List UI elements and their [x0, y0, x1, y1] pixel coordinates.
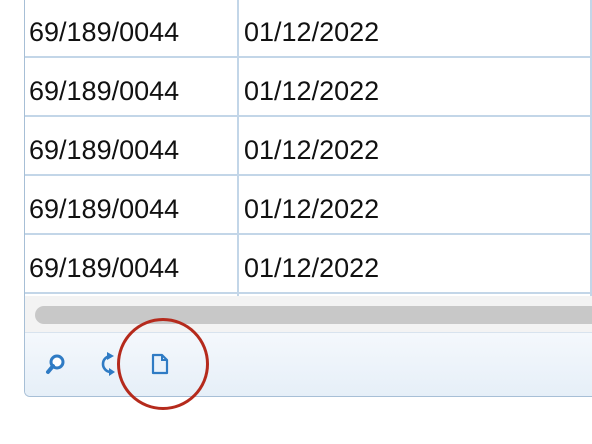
refresh-button[interactable] [92, 349, 122, 379]
cell-id: 69/189/0044 [29, 17, 180, 47]
cell-date: 01/12/2022 [244, 76, 380, 106]
cell-id: 69/189/0044 [29, 135, 180, 165]
cell-id: 69/189/0044 [29, 194, 180, 224]
cell-date: 01/12/2022 [244, 17, 380, 47]
horizontal-scrollbar[interactable] [25, 296, 592, 333]
table-row[interactable]: 69/189/0044 01/12/2022 [25, 0, 592, 58]
data-grid: 69/189/0044 01/12/2022 69/189/0044 01/12… [24, 0, 592, 397]
search-icon [46, 354, 65, 374]
grid-toolbar [25, 333, 592, 396]
cell-id: 69/189/0044 [29, 253, 180, 283]
table-row[interactable]: 69/189/0044 01/12/2022 [25, 118, 592, 176]
new-document-button[interactable] [145, 349, 175, 379]
scrollbar-thumb[interactable] [35, 306, 592, 324]
table-row[interactable]: 69/189/0044 01/12/2022 [25, 59, 592, 117]
cell-date: 01/12/2022 [244, 194, 380, 224]
table-row[interactable]: 69/189/0044 01/12/2022 [25, 236, 592, 294]
search-button[interactable] [41, 349, 71, 379]
cell-date: 01/12/2022 [244, 135, 380, 165]
refresh-icon [101, 352, 115, 376]
cell-id: 69/189/0044 [29, 76, 180, 106]
table-row[interactable]: 69/189/0044 01/12/2022 [25, 177, 592, 235]
document-icon [151, 353, 169, 375]
cell-date: 01/12/2022 [244, 253, 380, 283]
column-divider [237, 0, 239, 296]
